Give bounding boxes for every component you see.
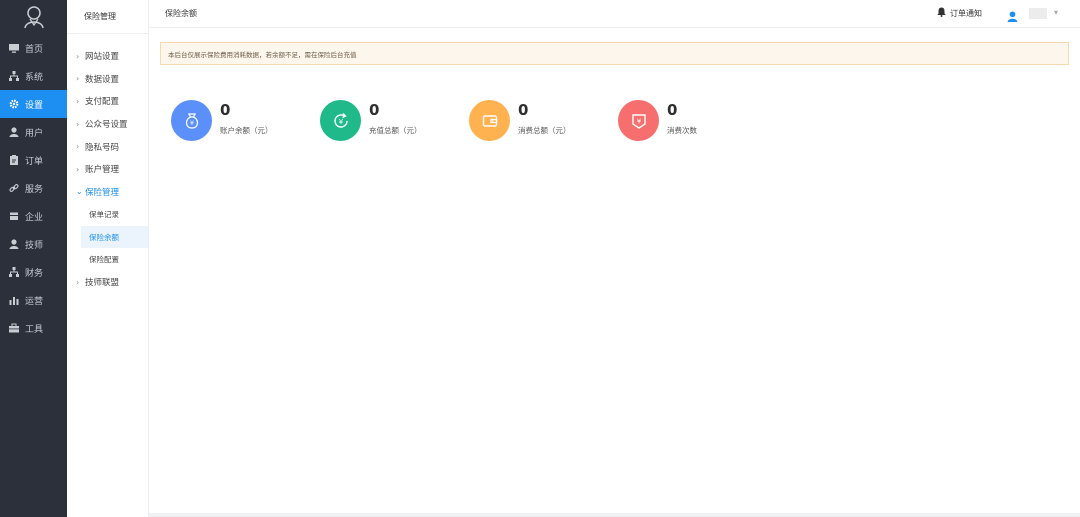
nav-item-label: 订单 <box>25 156 44 167</box>
stat-consumption-count: ¥ 0 消费次数 <box>618 100 697 141</box>
svg-text:¥: ¥ <box>189 119 193 127</box>
nav-item-system[interactable]: 系统 <box>0 62 67 90</box>
chevron-right-icon: › <box>76 164 80 174</box>
gear-icon <box>8 99 19 110</box>
submenu-item-label: 数据设置 <box>85 74 120 85</box>
building-icon <box>8 211 19 222</box>
submenu-child-insurance-balance[interactable]: 保险余额 <box>81 225 148 249</box>
stat-account-balance: ¥ 0 账户余额（元） <box>171 100 273 141</box>
sitemap-icon <box>8 267 19 278</box>
submenu-item-label: 隐私号码 <box>85 142 120 153</box>
submenu-child-label: 保险配置 <box>89 255 119 265</box>
nav-item-technicians[interactable]: 技师 <box>0 230 67 258</box>
submenu-item-official-account[interactable]: › 公众号设置 <box>67 113 148 136</box>
chevron-right-icon: › <box>76 51 80 61</box>
user-name-placeholder[interactable] <box>1029 8 1047 19</box>
logo-icon <box>23 6 44 29</box>
logo[interactable] <box>0 0 67 34</box>
svg-text:¥: ¥ <box>636 117 641 125</box>
chevron-right-icon: › <box>76 277 80 287</box>
submenu-title: 保险管理 <box>67 0 148 34</box>
wallet-icon <box>469 100 510 141</box>
stat-recharge-total: ¥ 0 充值总额（元） <box>320 100 422 141</box>
svg-text:¥: ¥ <box>338 118 343 126</box>
info-alert: 本后台仅展示保险费用消耗数据，若余额不足，需在保险后台充值 <box>160 42 1069 65</box>
recharge-icon: ¥ <box>320 100 361 141</box>
submenu-item-label: 账户管理 <box>85 165 120 176</box>
submenu-child-policy-records[interactable]: 保单记录 <box>67 203 148 226</box>
nav-item-label: 服务 <box>25 184 44 195</box>
bottom-scrollbar[interactable] <box>149 513 1080 517</box>
nav-item-label: 首页 <box>25 44 44 55</box>
money-bag-icon: ¥ <box>171 100 212 141</box>
chevron-right-icon: › <box>76 142 80 152</box>
nav-item-settings[interactable]: 设置 <box>0 90 67 118</box>
order-notice-label: 订单通知 <box>950 8 982 18</box>
submenu-item-data-settings[interactable]: › 数据设置 <box>67 68 148 91</box>
submenu-item-label: 支付配置 <box>85 97 120 108</box>
nav-item-label: 技师 <box>25 240 44 251</box>
chevron-right-icon: › <box>76 119 80 129</box>
stat-label: 充值总额（元） <box>369 126 422 135</box>
nav-item-label: 系统 <box>25 72 44 83</box>
breadcrumb: 保险余额 <box>165 9 197 18</box>
caret-down-icon[interactable]: ▾ <box>1054 8 1058 17</box>
main-nav: 首页 系统 设置 用户 订单 服务 企业 技师 财务 运营 工具 <box>0 0 67 517</box>
person-icon <box>8 239 19 250</box>
submenu-item-payment-config[interactable]: › 支付配置 <box>67 90 148 113</box>
nav-item-label: 设置 <box>25 100 44 111</box>
toolbox-icon <box>8 323 19 334</box>
top-header: 保险余额 订单通知 ▾ <box>149 0 1080 28</box>
nav-item-label: 运营 <box>25 296 44 307</box>
nav-item-label: 企业 <box>25 212 44 223</box>
nav-item-tools[interactable]: 工具 <box>0 314 67 342</box>
nav-item-services[interactable]: 服务 <box>0 174 67 202</box>
chevron-right-icon: › <box>76 96 80 106</box>
nav-item-users[interactable]: 用户 <box>0 118 67 146</box>
submenu-child-label: 保险余额 <box>89 232 119 242</box>
stat-value: 0 <box>369 101 380 119</box>
chevron-right-icon: › <box>76 74 80 84</box>
submenu-item-label: 公众号设置 <box>85 120 128 131</box>
submenu-item-label: 技师联盟 <box>85 278 120 289</box>
submenu-item-website-settings[interactable]: › 网站设置 <box>67 45 148 68</box>
submenu-list: › 网站设置 › 数据设置 › 支付配置 › 公众号设置 › 隐私号码 › 账户… <box>67 34 148 294</box>
nav-item-home[interactable]: 首页 <box>0 34 67 62</box>
app: 首页 系统 设置 用户 订单 服务 企业 技师 财务 运营 工具 保险管理 › … <box>0 0 1080 517</box>
nav-item-label: 用户 <box>25 128 44 139</box>
sitemap-icon <box>8 71 19 82</box>
order-notice-button[interactable]: 订单通知 <box>937 7 982 19</box>
clipboard-icon <box>8 155 19 166</box>
nav-item-orders[interactable]: 订单 <box>0 146 67 174</box>
submenu-item-privacy-number[interactable]: › 隐私号码 <box>67 135 148 158</box>
submenu-item-label: 网站设置 <box>85 52 120 63</box>
nav-item-label: 财务 <box>25 268 44 279</box>
stat-value: 0 <box>518 101 529 119</box>
nav-item-finance[interactable]: 财务 <box>0 258 67 286</box>
stat-label: 账户余额（元） <box>220 126 273 135</box>
link-icon <box>8 183 19 194</box>
submenu-item-account-management[interactable]: › 账户管理 <box>67 158 148 181</box>
submenu-child-label: 保单记录 <box>89 209 119 219</box>
stat-label: 消费总额（元） <box>518 126 571 135</box>
receipt-icon: ¥ <box>618 100 659 141</box>
bars-icon <box>8 295 19 306</box>
submenu-item-insurance-management[interactable]: ⌄ 保险管理 <box>67 181 148 204</box>
stat-consumption-total: 0 消费总额（元） <box>469 100 571 141</box>
stat-label: 消费次数 <box>667 126 697 135</box>
nav-item-operations[interactable]: 运营 <box>0 286 67 314</box>
user-icon <box>8 127 19 138</box>
submenu-item-label: 保险管理 <box>85 187 120 198</box>
stat-value: 0 <box>220 101 231 119</box>
submenu: 保险管理 › 网站设置 › 数据设置 › 支付配置 › 公众号设置 › 隐私号码 <box>67 0 149 517</box>
monitor-icon <box>8 43 19 54</box>
submenu-child-insurance-config[interactable]: 保险配置 <box>67 248 148 271</box>
bell-icon <box>937 7 946 19</box>
submenu-item-technician-alliance[interactable]: › 技师联盟 <box>67 271 148 294</box>
user-avatar-icon[interactable] <box>1007 7 1018 26</box>
chevron-down-icon: ⌄ <box>76 187 83 197</box>
nav-item-enterprise[interactable]: 企业 <box>0 202 67 230</box>
stat-value: 0 <box>667 101 678 119</box>
nav-item-label: 工具 <box>25 324 44 335</box>
